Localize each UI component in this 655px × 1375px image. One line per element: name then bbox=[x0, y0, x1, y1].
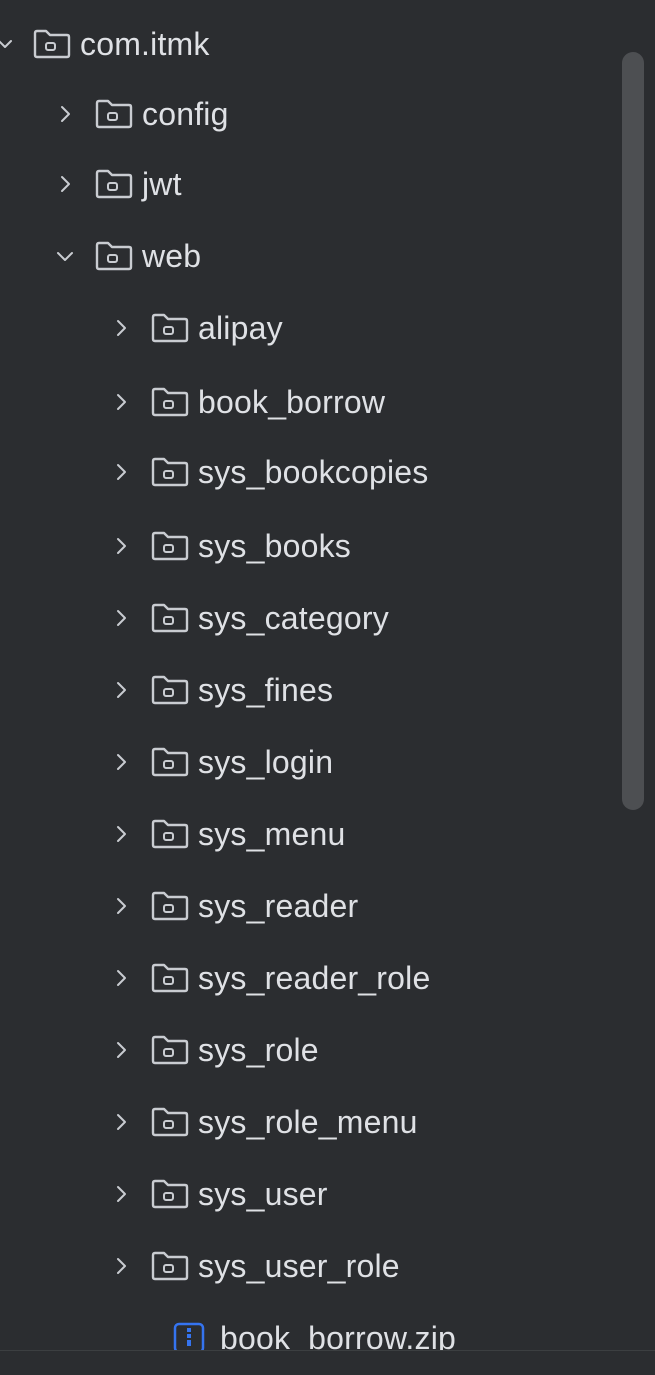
chevron-right-icon[interactable] bbox=[110, 461, 132, 483]
tree-node-label: sys_reader_role bbox=[198, 959, 431, 996]
package-folder-icon bbox=[150, 1106, 190, 1138]
tree-node-sys-role-menu[interactable]: sys_role_menu bbox=[110, 1092, 655, 1152]
package-folder-icon bbox=[32, 28, 72, 60]
chevron-right-icon[interactable] bbox=[110, 967, 132, 989]
package-folder-icon bbox=[150, 818, 190, 850]
bottom-strip bbox=[0, 1350, 655, 1375]
tree-node-sys-user[interactable]: sys_user bbox=[110, 1164, 655, 1224]
tree-node-web[interactable]: web bbox=[54, 226, 655, 286]
tree-node-label: sys_user bbox=[198, 1175, 328, 1212]
package-folder-icon bbox=[94, 240, 134, 272]
tree-node-label: sys_fines bbox=[198, 671, 334, 708]
tree-node-label: alipay bbox=[198, 309, 283, 346]
chevron-right-icon[interactable] bbox=[110, 535, 132, 557]
package-folder-icon bbox=[94, 168, 134, 200]
tree-node-config[interactable]: config bbox=[54, 84, 655, 144]
tree-node-label: sys_login bbox=[198, 743, 334, 780]
package-folder-icon bbox=[150, 746, 190, 778]
tree-node-label: sys_user_role bbox=[198, 1247, 400, 1284]
tree-node-book-borrow[interactable]: book_borrow bbox=[110, 372, 655, 432]
tree-node-sys-reader-role[interactable]: sys_reader_role bbox=[110, 948, 655, 1008]
chevron-right-icon[interactable] bbox=[110, 391, 132, 413]
chevron-right-icon[interactable] bbox=[110, 607, 132, 629]
chevron-right-icon[interactable] bbox=[110, 679, 132, 701]
chevron-down-icon[interactable] bbox=[54, 245, 76, 267]
package-folder-icon bbox=[150, 890, 190, 922]
tree-node-com-itmk[interactable]: com.itmk bbox=[0, 14, 620, 74]
tree-node-label: book_borrow bbox=[198, 383, 386, 420]
chevron-right-icon[interactable] bbox=[110, 1255, 132, 1277]
tree-node-sys-role[interactable]: sys_role bbox=[110, 1020, 655, 1080]
chevron-right-icon[interactable] bbox=[110, 1183, 132, 1205]
tree-node-label: sys_bookcopies bbox=[198, 453, 429, 490]
chevron-right-icon[interactable] bbox=[110, 1039, 132, 1061]
project-tree: com.itmk config jwt web alipay book_borr… bbox=[0, 0, 655, 1374]
chevron-right-icon[interactable] bbox=[54, 103, 76, 125]
chevron-right-icon[interactable] bbox=[110, 751, 132, 773]
tree-node-sys-login[interactable]: sys_login bbox=[110, 732, 655, 792]
tree-node-sys-reader[interactable]: sys_reader bbox=[110, 876, 655, 936]
tree-node-label: sys_reader bbox=[198, 887, 359, 924]
package-folder-icon bbox=[150, 1178, 190, 1210]
package-folder-icon bbox=[150, 962, 190, 994]
tree-node-sys-bookcopies[interactable]: sys_bookcopies bbox=[110, 442, 655, 502]
tree-node-sys-user-role[interactable]: sys_user_role bbox=[110, 1236, 655, 1296]
tree-node-label: sys_role bbox=[198, 1031, 319, 1068]
package-folder-icon bbox=[150, 386, 190, 418]
chevron-right-icon[interactable] bbox=[54, 173, 76, 195]
tree-node-label: config bbox=[142, 95, 229, 132]
tree-node-alipay[interactable]: alipay bbox=[110, 298, 655, 358]
tree-node-sys-books[interactable]: sys_books bbox=[110, 516, 655, 576]
chevron-down-icon[interactable] bbox=[0, 33, 16, 55]
tree-node-jwt[interactable]: jwt bbox=[54, 154, 655, 214]
tree-node-label: sys_menu bbox=[198, 815, 346, 852]
tree-node-label: web bbox=[142, 237, 202, 274]
package-folder-icon bbox=[150, 674, 190, 706]
package-folder-icon bbox=[150, 456, 190, 488]
tree-node-label: sys_books bbox=[198, 527, 351, 564]
package-folder-icon bbox=[150, 1034, 190, 1066]
package-folder-icon bbox=[150, 530, 190, 562]
tree-node-sys-menu[interactable]: sys_menu bbox=[110, 804, 655, 864]
vertical-scrollbar-thumb[interactable] bbox=[622, 52, 644, 810]
chevron-right-icon[interactable] bbox=[110, 895, 132, 917]
tree-node-label: com.itmk bbox=[80, 25, 210, 62]
tree-node-sys-fines[interactable]: sys_fines bbox=[110, 660, 655, 720]
chevron-right-icon[interactable] bbox=[110, 823, 132, 845]
tree-node-label: jwt bbox=[142, 165, 182, 202]
tree-node-sys-category[interactable]: sys_category bbox=[110, 588, 655, 648]
chevron-right-icon[interactable] bbox=[110, 1111, 132, 1133]
tree-node-label: sys_role_menu bbox=[198, 1103, 418, 1140]
package-folder-icon bbox=[150, 602, 190, 634]
package-folder-icon bbox=[150, 312, 190, 344]
package-folder-icon bbox=[150, 1250, 190, 1282]
tree-node-label: sys_category bbox=[198, 599, 389, 636]
chevron-right-icon[interactable] bbox=[110, 317, 132, 339]
package-folder-icon bbox=[94, 98, 134, 130]
